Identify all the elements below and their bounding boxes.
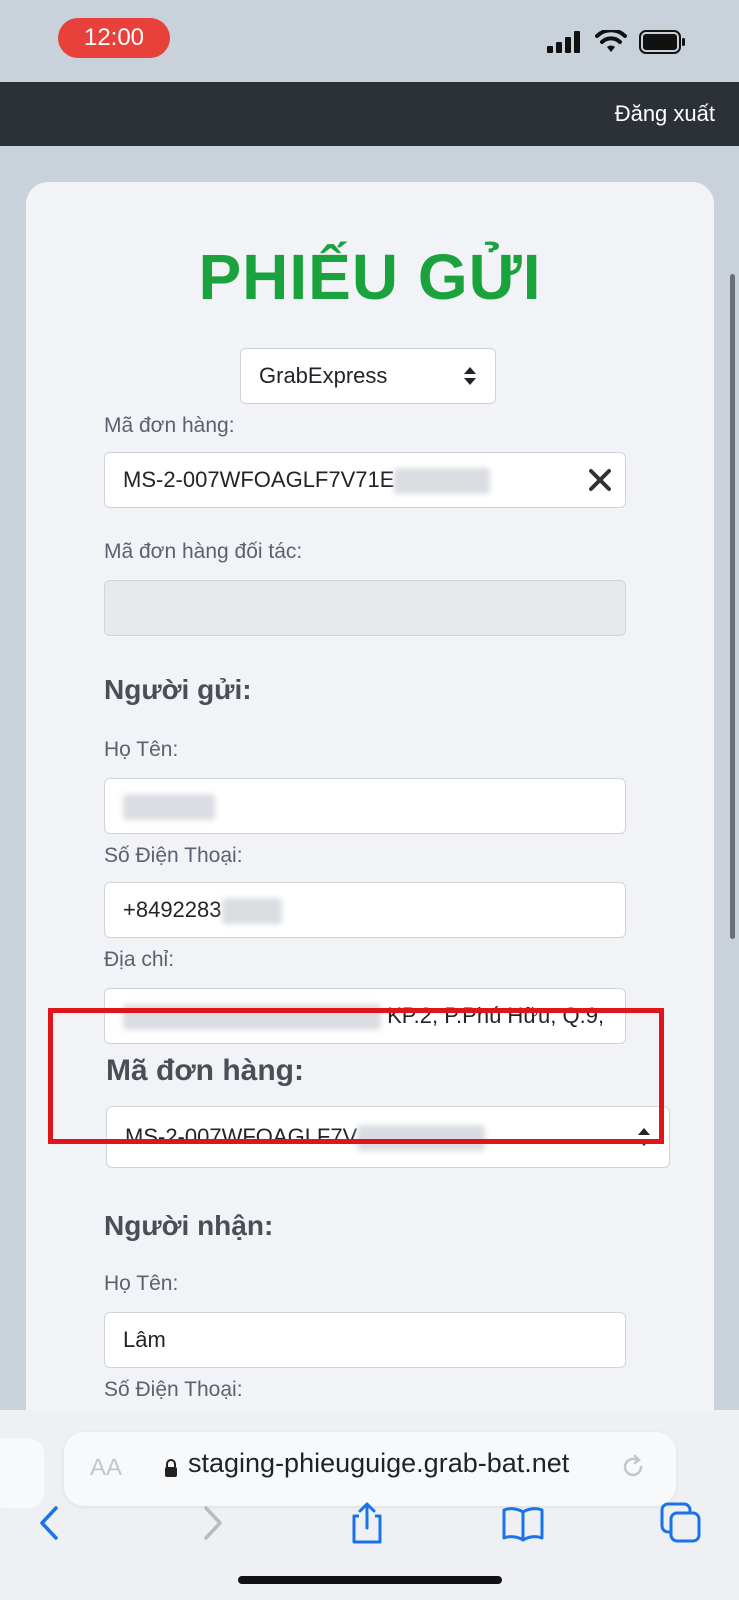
back-icon[interactable] bbox=[28, 1500, 74, 1546]
highlight-box bbox=[48, 1008, 664, 1144]
redacted-text bbox=[221, 898, 282, 925]
logout-link[interactable]: Đăng xuất bbox=[615, 82, 715, 146]
form-card: PHIẾU GỬI GrabExpress Mã đơn hàng: MS-2-… bbox=[26, 182, 714, 1410]
status-bar: 12:00 bbox=[0, 0, 739, 82]
status-icons bbox=[547, 28, 687, 56]
receiver-phone-label: Số Điện Thoại: bbox=[104, 1378, 243, 1401]
receiver-name-input[interactable]: Lâm bbox=[104, 1312, 626, 1368]
lock-icon bbox=[165, 1459, 177, 1477]
previous-tab-preview[interactable] bbox=[0, 1438, 44, 1508]
wifi-icon bbox=[595, 30, 627, 52]
top-nav: Đăng xuất bbox=[0, 82, 739, 146]
forward-icon[interactable] bbox=[188, 1500, 234, 1546]
clear-icon[interactable] bbox=[587, 467, 613, 493]
home-indicator bbox=[238, 1576, 502, 1584]
redacted-text bbox=[394, 468, 491, 495]
reload-icon[interactable] bbox=[620, 1454, 646, 1480]
sender-name-input[interactable] bbox=[104, 778, 626, 834]
order-code-label: Mã đơn hàng: bbox=[104, 414, 235, 437]
bookmarks-icon[interactable] bbox=[500, 1500, 546, 1546]
url-text: staging-phieuguige.grab-bat.net bbox=[188, 1448, 570, 1478]
address-bar[interactable]: AA staging-phieuguige.grab-bat.net bbox=[64, 1432, 676, 1506]
sender-phone-value: +8492283 bbox=[123, 897, 222, 922]
reader-aa-button[interactable]: AA bbox=[90, 1454, 122, 1482]
order-code-input[interactable]: MS-2-007WFOAGLF7V71E bbox=[104, 452, 626, 508]
service-select[interactable]: GrabExpress bbox=[240, 348, 496, 404]
order-code-value: MS-2-007WFOAGLF7V71E bbox=[123, 467, 395, 492]
sender-name-label: Họ Tên: bbox=[104, 738, 179, 761]
receiver-heading: Người nhận: bbox=[104, 1210, 274, 1241]
partner-code-input bbox=[104, 580, 626, 636]
partner-code-label: Mã đơn hàng đối tác: bbox=[104, 540, 303, 563]
tabs-icon[interactable] bbox=[658, 1500, 704, 1546]
sender-phone-label: Số Điện Thoại: bbox=[104, 844, 243, 867]
battery-icon bbox=[639, 30, 685, 54]
sender-heading: Người gửi: bbox=[104, 674, 252, 705]
clock: 12:00 bbox=[58, 18, 170, 58]
service-select-value: GrabExpress bbox=[259, 363, 388, 388]
signal-icon bbox=[547, 31, 580, 53]
receiver-name-value: Lâm bbox=[123, 1327, 166, 1352]
sender-phone-input[interactable]: +8492283 bbox=[104, 882, 626, 938]
redacted-text bbox=[123, 794, 215, 821]
page-title: PHIẾU GỬI bbox=[198, 241, 542, 313]
receiver-name-label: Họ Tên: bbox=[104, 1272, 179, 1295]
share-icon[interactable] bbox=[344, 1500, 390, 1546]
select-arrows-icon bbox=[464, 367, 476, 385]
sender-address-label: Địa chỉ: bbox=[104, 948, 175, 971]
page-content[interactable]: PHIẾU GỬI GrabExpress Mã đơn hàng: MS-2-… bbox=[0, 146, 739, 1410]
scrollbar[interactable] bbox=[730, 274, 735, 939]
